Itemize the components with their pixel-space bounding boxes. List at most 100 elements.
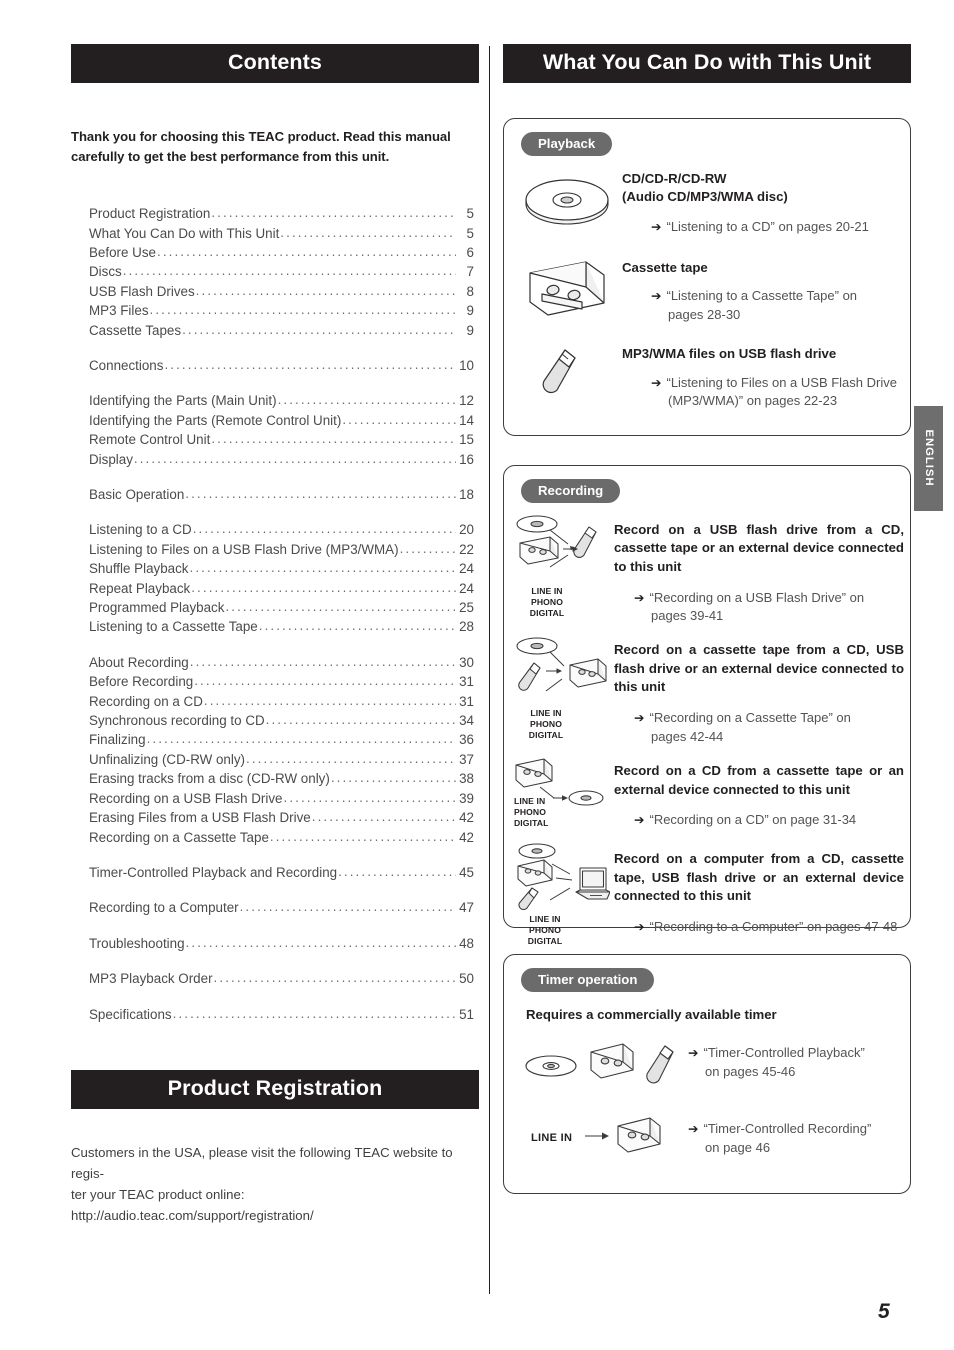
toc-entry-page: 20 [459, 522, 474, 538]
diagram-cd-cassette-linein-to-usb: LINE IN PHONO DIGITAL [504, 513, 614, 619]
toc-entry[interactable]: Programmed Playback.....................… [89, 598, 474, 617]
toc-entry[interactable]: Recording on a USB Flash Drive..........… [89, 789, 474, 808]
toc-entry[interactable]: Basic Operation.........................… [89, 485, 474, 504]
toc-entry-label: Before Recording [89, 674, 194, 690]
toc-entry[interactable]: Listening to Files on a USB Flash Drive … [89, 540, 474, 559]
toc-entry-label: Discs [89, 264, 122, 280]
toc-group-spacer [89, 340, 474, 356]
toc-entry[interactable]: Timer-Controlled Playback and Recording.… [89, 863, 474, 882]
toc-entry-page: 50 [459, 971, 474, 987]
toc-entry-label: Recording on a CD [89, 693, 203, 709]
toc-entry-label: Repeat Playback [89, 580, 191, 596]
toc-entry[interactable]: Recording to a Computer.................… [89, 898, 474, 917]
toc-entry[interactable]: Erasing tracks from a disc (CD-RW only).… [89, 769, 474, 788]
toc-entry-label: Finalizing [89, 732, 146, 748]
toc-entry-page: 34 [459, 713, 474, 729]
toc-leader-dots: ........................................… [342, 412, 456, 427]
toc-entry[interactable]: Shuffle Playback........................… [89, 559, 474, 578]
toc-entry-page: 47 [459, 900, 474, 916]
playback-item-usb-title: MP3/WMA files on USB flash drive [622, 346, 837, 362]
toc-entry-page: 24 [459, 561, 474, 577]
toc-entry[interactable]: Repeat Playback.........................… [89, 579, 474, 598]
timer-item-recording-body: ➔ “Timer-Controlled Recording” on page 4… [688, 1114, 910, 1157]
playback-item-usb-reference-line2: (MP3/WMA)” on pages 22-23 [668, 392, 910, 410]
playback-item-cd-title-2: (Audio CD/MP3/WMA disc) [622, 189, 788, 205]
toc-entry[interactable]: Unfinalizing (CD-RW only)...............… [89, 750, 474, 769]
toc-entry-label: MP3 Files [89, 303, 149, 319]
toc-entry-page: 24 [459, 580, 474, 596]
timer-operation-badge: Timer operation [521, 967, 655, 992]
toc-leader-dots: ........................................… [239, 900, 456, 914]
timer-item-recording-ref-line-1: “Timer-Controlled Recording” [703, 1121, 872, 1137]
toc-entry-page: 16 [459, 451, 474, 467]
toc-entry[interactable]: Before Use..............................… [89, 243, 474, 262]
toc-entry-page: 45 [459, 864, 474, 880]
toc-leader-dots: ........................................… [338, 864, 456, 879]
recording-item-cassette-reference: ➔ “Recording on a Cassette Tape” on [634, 709, 904, 727]
product-registration-section: Product Registration Customers in the US… [71, 1069, 479, 1227]
toc-entry[interactable]: Troubleshooting.........................… [89, 934, 474, 953]
english-language-tab: ENGLISH [914, 406, 943, 511]
toc-entry[interactable]: USB Flash Drives........................… [89, 282, 474, 301]
recording-item-usb-ref-line-1: “Recording on a USB Flash Drive” on [649, 589, 865, 605]
toc-entry[interactable]: Before Recording........................… [89, 672, 474, 691]
toc-entry[interactable]: Finalizing..............................… [89, 730, 474, 749]
toc-entry[interactable]: About Recording.........................… [89, 653, 474, 672]
toc-entry-page: 42 [459, 829, 474, 845]
arrow-right-icon: ➔ [634, 920, 645, 935]
toc-entry[interactable]: Identifying the Parts (Remote Control Un… [89, 411, 474, 430]
toc-entry[interactable]: Erasing Files from a USB Flash Drive....… [89, 808, 474, 827]
recording-item-usb-title: Record on a USB flash drive from a CD, c… [614, 521, 904, 575]
toc-entry[interactable]: Identifying the Parts (Main Unit).......… [89, 391, 474, 410]
playback-item-cassette-title: Cassette tape [622, 259, 708, 275]
toc-entry[interactable]: Cassette Tapes..........................… [89, 321, 474, 340]
toc-group-spacer [89, 375, 474, 391]
cd-disc-icon [504, 170, 622, 228]
toc-entry[interactable]: MP3 Files...............................… [89, 301, 474, 320]
toc-entry[interactable]: Recording on a CD.......................… [89, 692, 474, 711]
toc-entry-label: Cassette Tapes [89, 322, 182, 338]
toc-group-spacer [89, 989, 474, 1005]
toc-leader-dots: ........................................… [172, 1006, 456, 1020]
timer-item-playback-ref-line-1: “Timer-Controlled Playback” [703, 1045, 865, 1061]
caption-line-in: LINE IN [514, 795, 546, 806]
caption-digital: DIGITAL [514, 817, 549, 828]
recording-item-cd-reference: ➔ “Recording on a CD” on page 31-34 [634, 811, 904, 829]
toc-entry[interactable]: What You Can Do with This Unit..........… [89, 224, 474, 243]
intro-paragraph: Thank you for choosing this TEAC product… [71, 128, 451, 164]
product-registration-body: Customers in the USA, please visit the f… [71, 1142, 476, 1227]
toc-entry[interactable]: Listening to a CD.......................… [89, 520, 474, 539]
toc-entry[interactable]: Specifications..........................… [89, 1005, 474, 1024]
timer-item-recording: LINE IN ➔ “Timer-Controlled Recording” o… [504, 1114, 910, 1160]
toc-entry[interactable]: Remote Control Unit.....................… [89, 430, 474, 449]
recording-item-usb-source-caption: LINE IN PHONO DIGITAL [530, 586, 564, 619]
toc-entry-page: 9 [466, 303, 474, 319]
toc-entry[interactable]: Discs...................................… [89, 262, 474, 281]
registration-text-line-2: ter your TEAC product online: [71, 1186, 245, 1202]
what-you-can-do-heading-bar: What You Can Do with This Unit [503, 44, 911, 83]
toc-entry-label: About Recording [89, 654, 189, 670]
toc-entry-page: 28 [459, 619, 474, 635]
toc-entry[interactable]: Display.................................… [89, 450, 474, 469]
toc-entry[interactable]: Product Registration....................… [89, 204, 474, 223]
toc-entry[interactable]: Recording on a Cassette Tape............… [89, 828, 474, 847]
toc-entry-label: Display [89, 451, 133, 467]
manual-page: Contents Thank you for choosing this TEA… [0, 0, 954, 1350]
toc-entry-page: 22 [459, 541, 474, 557]
toc-entry[interactable]: MP3 Playback Order......................… [89, 969, 474, 988]
recording-item-usb-body: Record on a USB flash drive from a CD, c… [614, 513, 910, 626]
arrow-right-icon: ➔ [634, 711, 645, 726]
toc-entry-label: Connections [89, 357, 164, 373]
toc-entry[interactable]: Listening to a Cassette Tape............… [89, 617, 474, 636]
toc-leader-dots: ........................................… [277, 393, 456, 407]
toc-entry-page: 38 [459, 771, 474, 787]
arrow-right-icon: ➔ [688, 1046, 699, 1061]
toc-entry-label: Identifying the Parts (Main Unit) [89, 393, 277, 409]
toc-entry-page: 12 [459, 393, 474, 409]
recording-item-cassette-source-caption: LINE IN PHONO DIGITAL [529, 708, 563, 741]
toc-entry-page: 5 [466, 225, 474, 241]
toc-leader-dots: ........................................… [194, 674, 456, 688]
toc-entry[interactable]: Synchronous recording to CD.............… [89, 711, 474, 730]
toc-entry[interactable]: Connections.............................… [89, 356, 474, 375]
toc-leader-dots: ........................................… [149, 303, 456, 317]
